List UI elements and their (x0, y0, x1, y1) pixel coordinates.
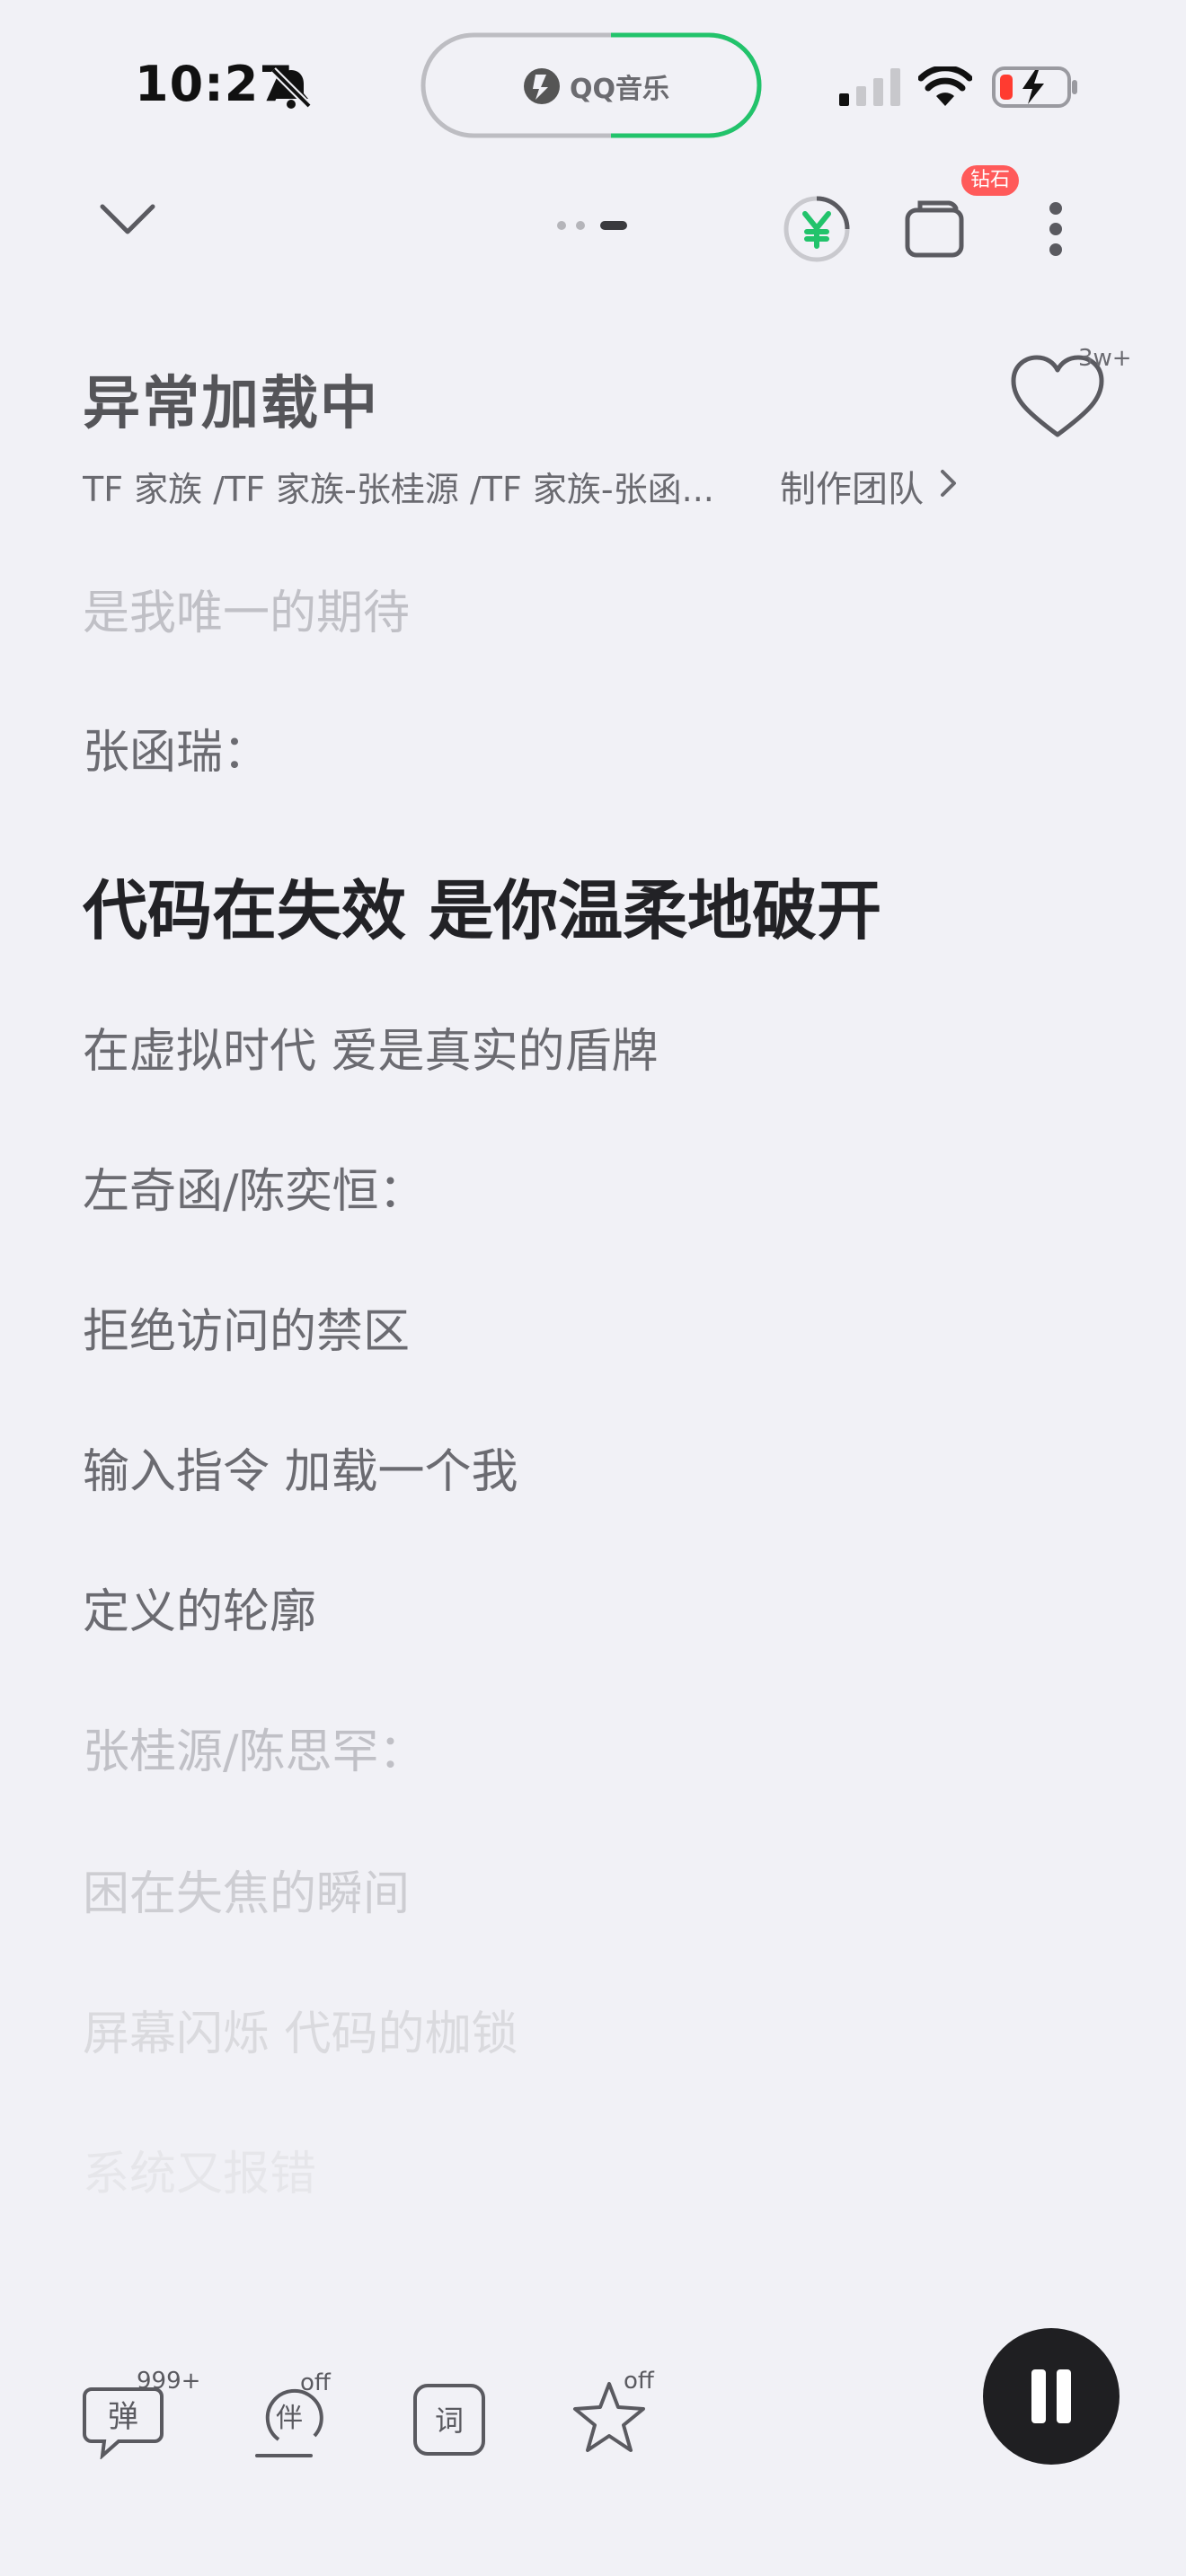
lyric-line[interactable]: 困在失焦的瞬间 (83, 1856, 410, 1923)
like-count: 3w+ (1078, 345, 1132, 372)
diamond-badge: 钻石 (961, 165, 1020, 196)
bell-muted-icon (270, 67, 312, 109)
lyric-line[interactable]: 在虚拟时代 爱是真实的盾牌 (83, 1013, 659, 1081)
rotate-cover-icon[interactable] (902, 196, 967, 260)
credits-link[interactable]: 制作团队 (780, 460, 924, 512)
accompany-label: 伴 (276, 2403, 303, 2434)
lyric-line[interactable]: 拒绝访问的禁区 (83, 1293, 410, 1361)
chevron-right-icon[interactable] (938, 467, 960, 499)
lyric-line[interactable]: 左奇函/陈奕恒： (83, 1153, 426, 1221)
lyric-line[interactable]: 张桂源/陈思罕： (83, 1714, 426, 1781)
collapse-chevron-icon[interactable] (97, 199, 158, 239)
lyric-line[interactable]: 张函瑞： (83, 714, 270, 781)
lyric-line[interactable]: 定义的轮廓 (83, 1574, 316, 1641)
lyrics-label: 词 (435, 2404, 464, 2438)
danmaku-label: 弹 (108, 2399, 138, 2435)
lyric-line[interactable]: 系统又报错 (83, 2136, 316, 2203)
song-artist[interactable]: TF 家族 /TF 家族-张桂源 /TF 家族-张函... (83, 462, 748, 511)
cellular-signal-icon (839, 68, 900, 106)
pause-button[interactable] (983, 2328, 1120, 2465)
lyric-line[interactable]: 是我唯一的期待 (83, 575, 410, 642)
pause-icon-bar-right (1057, 2369, 1071, 2423)
song-title: 异常加载中 (83, 371, 379, 437)
qq-music-logo-icon (524, 68, 560, 104)
lyrics-poster-icon[interactable]: 词 (410, 2378, 491, 2459)
pause-icon-bar-left (1031, 2369, 1046, 2423)
vip-yen-icon[interactable] (782, 194, 852, 264)
battery-charging-icon (992, 66, 1077, 108)
page-indicator[interactable] (555, 219, 629, 232)
more-options-icon[interactable] (1044, 201, 1067, 257)
accompany-state: off (300, 2369, 331, 2396)
lyric-line[interactable]: 屏幕闪烁 代码的枷锁 (83, 1996, 518, 2063)
island-label: QQ音乐 (570, 74, 670, 105)
wifi-icon (918, 66, 972, 106)
lyric-line[interactable]: 输入指令 加载一个我 (83, 1434, 518, 1501)
danmaku-count: 999+ (137, 2368, 201, 2395)
favorite-state: off (624, 2368, 654, 2395)
lyric-line-current[interactable]: 代码在失效 是你温柔地破开 (83, 858, 881, 952)
